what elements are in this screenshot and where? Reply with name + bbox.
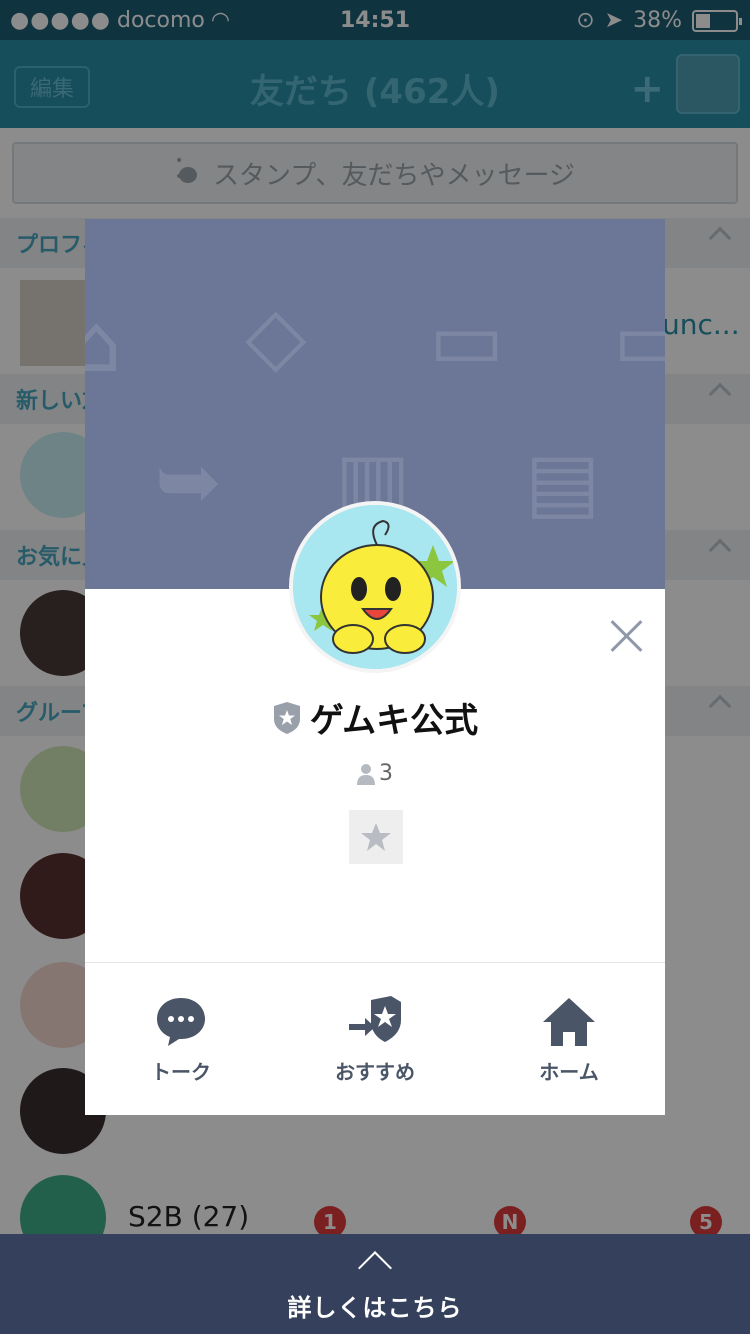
member-count: 3: [85, 761, 665, 786]
profile-avatar[interactable]: [289, 501, 461, 673]
official-shield-icon: [273, 701, 300, 734]
document-icon: ▤: [525, 435, 601, 528]
close-icon[interactable]: [609, 619, 643, 653]
account-name: ゲムキ公式: [309, 701, 479, 741]
member-count-value: 3: [379, 761, 393, 786]
talk-button[interactable]: トーク: [101, 994, 261, 1085]
home-button[interactable]: ホーム: [489, 994, 649, 1085]
chat-bubble-icon: [157, 998, 205, 1046]
details-label: 詳しくはこちら: [287, 1294, 463, 1322]
profile-modal: ⌂ ◇ ▭ ▭ ➥ ▥ ▤ ゲムキ公式 3 トーク おすすめ ホーム: [85, 219, 665, 1115]
briefcase-icon: ▭: [429, 293, 505, 386]
chevron-up-icon: [358, 1251, 392, 1285]
home-icon: ⌂: [85, 297, 122, 390]
person-icon: [357, 763, 375, 785]
recommend-label: おすすめ: [335, 1060, 415, 1084]
home-icon: [543, 998, 595, 1046]
home-label: ホーム: [539, 1060, 599, 1084]
message-icon: ▭: [613, 293, 665, 386]
talk-label: トーク: [151, 1060, 211, 1084]
mascot-icon: [293, 505, 457, 669]
star-icon: [361, 823, 391, 851]
favorite-button[interactable]: [349, 810, 403, 864]
divider: [85, 962, 665, 963]
tag-icon: ◇: [245, 289, 307, 382]
share-icon: ➥: [155, 435, 223, 528]
details-bar[interactable]: 詳しくはこちら: [0, 1234, 750, 1334]
recommend-button[interactable]: おすすめ: [295, 994, 455, 1085]
name-row: ゲムキ公式: [85, 693, 665, 742]
share-shield-icon: [349, 996, 401, 1042]
